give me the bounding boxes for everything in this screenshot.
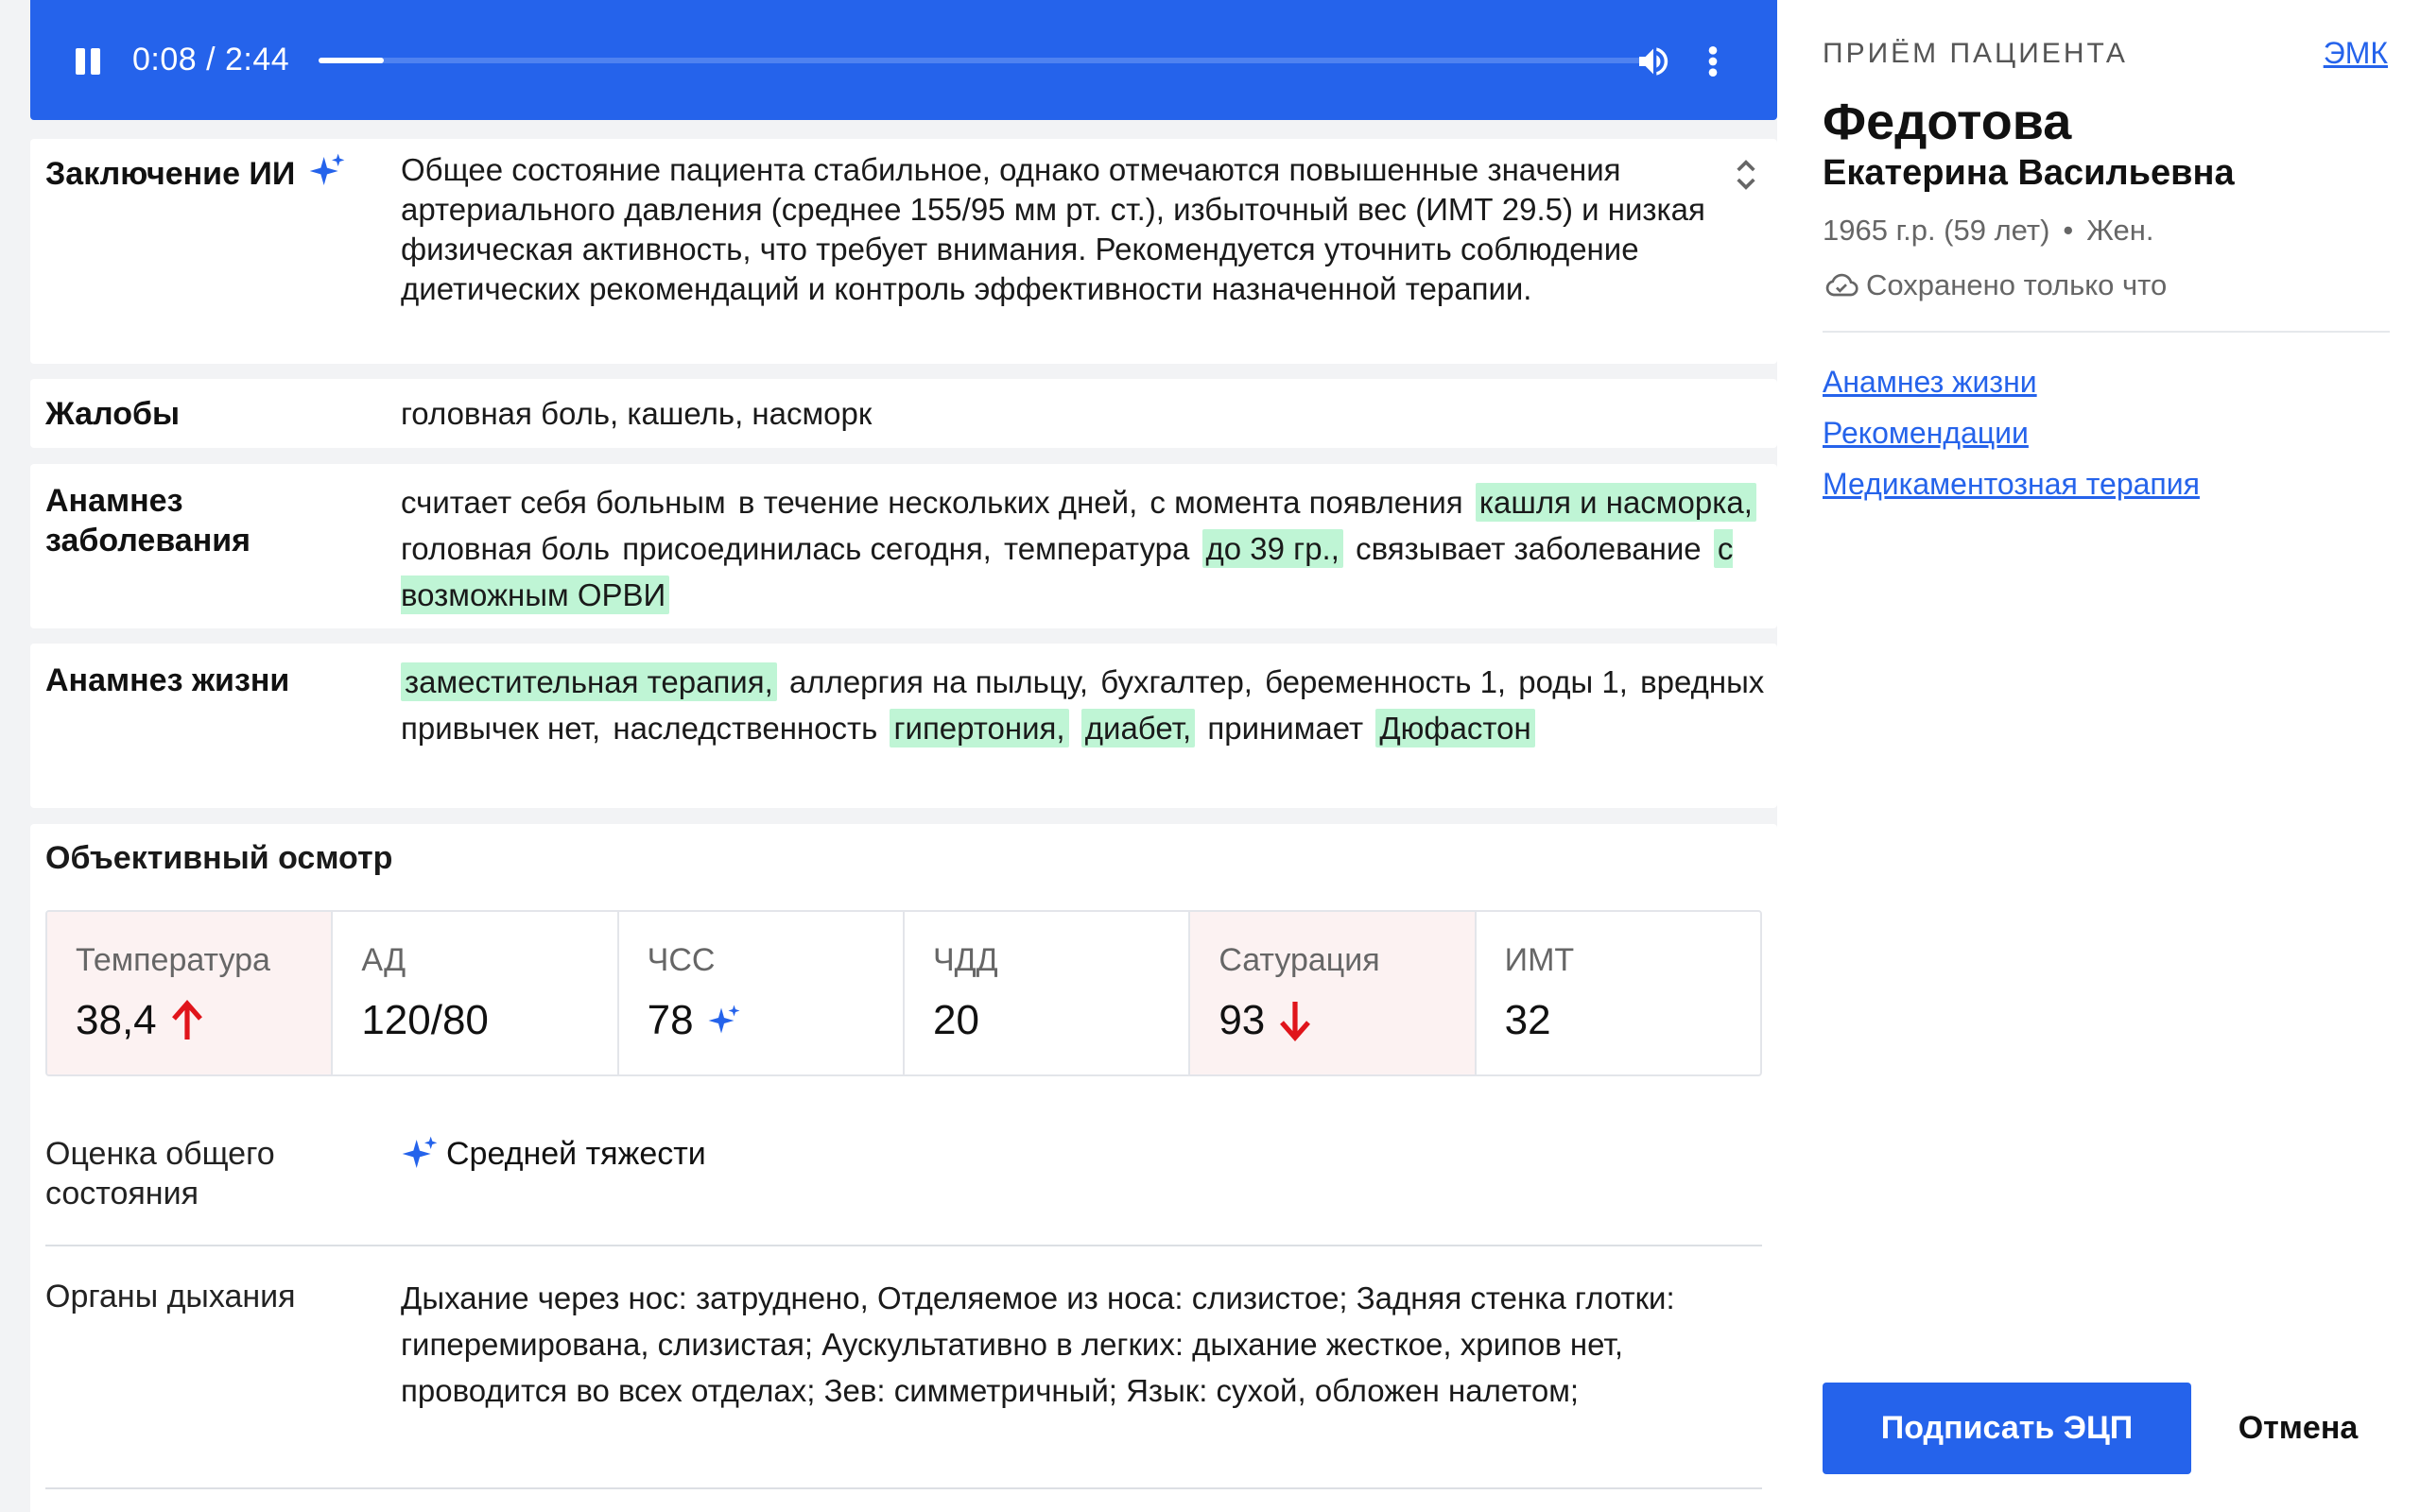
patient-surname: Федотова — [1823, 94, 2072, 150]
patient-given-names: Екатерина Васильевна — [1823, 153, 2235, 193]
vital-value: 78 — [648, 995, 741, 1046]
highlighted-term: заместительная терапия, — [401, 662, 777, 701]
highlighted-term: гипертония, — [890, 709, 1069, 747]
highlighted-term: кашля и насморка, — [1475, 483, 1756, 522]
divider — [45, 1245, 1762, 1246]
link-life-history[interactable]: Анамнез жизни — [1823, 364, 2200, 400]
vital-cell[interactable]: ИМТ 32 — [1477, 912, 1760, 1074]
vital-cell[interactable]: АД 120/80 — [333, 912, 619, 1074]
text-fragment: присоединилась сегодня, — [622, 531, 992, 566]
patient-meta: 1965 г.р. (59 лет) • Жен. — [1823, 214, 2154, 247]
vital-cell[interactable]: Температура 38,4 — [47, 912, 334, 1074]
life-history-card: Анамнез жизни заместительная терапия, ал… — [30, 644, 1777, 808]
complaints-card: Жалобы головная боль, кашель, насморк — [30, 379, 1777, 448]
text-fragment: температура — [1004, 531, 1190, 566]
complaints-label: Жалобы — [45, 396, 181, 432]
life-history-label: Анамнез жизни — [45, 662, 290, 698]
ai-conclusion-label: Заключение ИИ — [45, 152, 346, 194]
divider — [45, 1487, 1762, 1489]
text-fragment: роды 1, — [1518, 664, 1628, 699]
vital-value: 20 — [932, 997, 979, 1043]
sign-button[interactable]: Подписать ЭЦП — [1823, 1383, 2191, 1474]
life-history-text[interactable]: заместительная терапия, аллергия на пыль… — [401, 659, 1790, 751]
vital-label: ЧСС — [647, 942, 716, 978]
pause-icon — [76, 48, 85, 75]
vital-value: 32 — [1504, 997, 1551, 1043]
more-options-button[interactable] — [1703, 43, 1722, 80]
disease-history-card: Анамнез заболевания считает себя больным… — [30, 464, 1777, 628]
arrow-down-icon — [1280, 1002, 1311, 1041]
patient-sex: Жен. — [2086, 214, 2154, 247]
divider — [1823, 331, 2390, 333]
objective-exam-card: Объективный осмотр Температура 38,4 АД 120/… — [30, 824, 1777, 1512]
vital-label: Температура — [76, 942, 270, 978]
volume-button[interactable] — [1634, 43, 1672, 80]
respiratory-label: Органы дыхания — [45, 1279, 296, 1314]
vital-label: ЧДД — [932, 942, 998, 978]
vital-value: 38,4 — [76, 995, 204, 1046]
arrow-up-icon — [171, 1000, 202, 1040]
exam-title: Объективный осмотр — [45, 840, 393, 876]
volume-icon — [1639, 47, 1668, 76]
seek-progress — [319, 58, 384, 63]
seek-bar[interactable] — [319, 58, 1642, 63]
text-fragment: беременность 1, — [1265, 664, 1507, 699]
main-content: 0:08 / 2:44 Заключение ИИ Общее состояни… — [30, 0, 1777, 1512]
text-fragment: считает себя больным — [401, 485, 726, 520]
section-links: Анамнез жизни Рекомендации Медикаментозн… — [1823, 364, 2200, 517]
vital-value: 93 — [1219, 995, 1312, 1046]
patient-birth: 1965 г.р. (59 лет) — [1823, 214, 2050, 247]
save-status: Сохранено только что — [1823, 266, 2167, 304]
link-drug-therapy[interactable]: Медикаментозная терапия — [1823, 466, 2200, 502]
cloud-check-icon — [1825, 273, 1858, 297]
text-fragment: с момента появления — [1150, 485, 1463, 520]
assessment-label: Оценка общего состояния — [45, 1136, 275, 1211]
vital-label: АД — [361, 942, 406, 978]
audio-player: 0:08 / 2:44 — [30, 0, 1777, 120]
vital-cell[interactable]: ЧДД 20 — [905, 912, 1191, 1074]
complaints-text[interactable]: головная боль, кашель, насморк — [401, 394, 872, 434]
pause-button[interactable] — [74, 47, 102, 76]
text-fragment: головная боль — [401, 531, 611, 566]
cancel-button[interactable]: Отмена — [2208, 1383, 2388, 1474]
respiratory-text[interactable]: Дыхание через нос: затруднено, Отделяемо… — [401, 1275, 1762, 1414]
highlighted-term: до 39 гр., — [1201, 529, 1343, 568]
ai-conclusion-text: Общее состояние пациента стабильное, одн… — [401, 152, 1705, 306]
vital-label: ИМТ — [1504, 942, 1575, 978]
text-fragment: в течение нескольких дней, — [737, 485, 1138, 520]
disease-history-text[interactable]: считает себя больным в течение нескольки… — [401, 479, 1790, 618]
disease-history-label: Анамнез заболевания — [45, 483, 251, 558]
ai-conclusion-card: Заключение ИИ Общее состояние пациента с… — [30, 139, 1777, 364]
vital-cell[interactable]: Сатурация 93 — [1190, 912, 1477, 1074]
patient-panel: ПРИЁМ ПАЦИЕНТА ЭМК Федотова Екатерина Ва… — [1777, 0, 2420, 1512]
vital-label: Сатурация — [1219, 942, 1380, 978]
ai-sparkle-icon — [309, 153, 345, 185]
link-recommendations[interactable]: Рекомендации — [1823, 415, 2200, 451]
vital-cell[interactable]: ЧСС 78 — [619, 912, 905, 1074]
text-fragment: связывает заболевание — [1356, 531, 1702, 566]
vital-value: 120/80 — [361, 997, 489, 1043]
highlighted-term: диабет, — [1080, 709, 1196, 747]
text-fragment: принимает — [1207, 711, 1364, 746]
collapse-toggle-button[interactable] — [1727, 156, 1765, 194]
text-fragment: бухгалтер, — [1100, 664, 1253, 699]
chevron-up-down-icon — [1737, 160, 1755, 190]
ai-sparkle-icon — [402, 1136, 438, 1168]
assessment-value[interactable]: Средней тяжести — [401, 1134, 706, 1174]
more-vertical-icon — [1708, 46, 1718, 77]
vitals-grid: Температура 38,4 АД 120/80 ЧСС 78 ЧДД 20 Сатурац… — [45, 910, 1762, 1076]
ai-sparkle-icon — [708, 1005, 740, 1034]
text-fragment: аллергия на пыльцу, — [788, 664, 1089, 699]
highlighted-term: Дюфастон — [1375, 709, 1535, 747]
text-fragment: наследственность — [613, 711, 878, 746]
panel-overline: ПРИЁМ ПАЦИЕНТА — [1823, 38, 2128, 69]
playback-time: 0:08 / 2:44 — [132, 42, 290, 77]
emk-link[interactable]: ЭМК — [2324, 36, 2388, 71]
